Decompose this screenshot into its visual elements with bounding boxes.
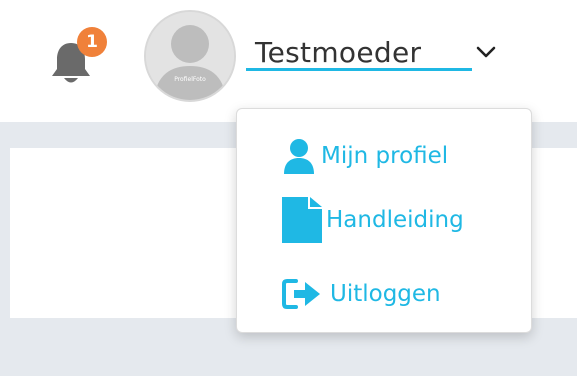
person-silhouette-icon [146, 12, 234, 100]
user-icon [282, 138, 316, 174]
notification-badge[interactable]: 1 [77, 27, 107, 57]
username-underline [246, 68, 472, 71]
menu-item-mijn-profiel[interactable]: Mijn profiel [282, 130, 448, 182]
document-icon [282, 197, 322, 243]
menu-item-handleiding[interactable]: Handleiding [282, 194, 464, 246]
avatar[interactable]: ProfielFoto [144, 10, 236, 102]
menu-item-label: Uitloggen [330, 281, 441, 307]
menu-item-uitloggen[interactable]: Uitloggen [282, 270, 441, 318]
avatar-caption: ProfielFoto [174, 76, 206, 83]
menu-item-label: Mijn profiel [321, 143, 449, 169]
username-label[interactable]: Testmoeder [255, 36, 421, 70]
logout-icon [282, 279, 322, 309]
menu-item-label: Handleiding [326, 207, 464, 233]
chevron-down-icon[interactable] [474, 40, 498, 64]
